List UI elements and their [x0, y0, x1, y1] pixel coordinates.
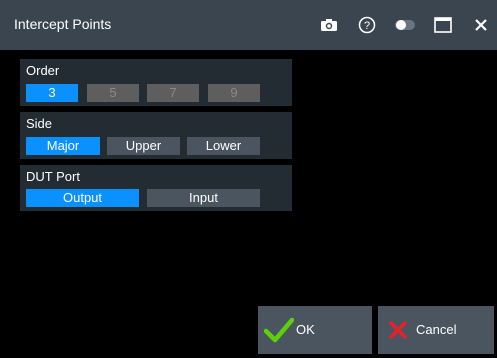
- svg-text:?: ?: [364, 20, 370, 32]
- order-option-9: 9: [208, 84, 260, 102]
- side-section: Side Major Upper Lower: [20, 112, 292, 159]
- camera-icon[interactable]: [318, 14, 340, 36]
- close-icon[interactable]: [470, 14, 492, 36]
- ok-label: OK: [296, 322, 315, 337]
- order-option-7: 7: [147, 84, 199, 102]
- order-section: Order 3 5 7 9: [20, 59, 292, 106]
- title-bar: Intercept Points ?: [0, 0, 497, 50]
- cancel-button[interactable]: Cancel: [378, 306, 494, 354]
- side-option-lower[interactable]: Lower: [187, 137, 260, 155]
- side-option-major[interactable]: Major: [26, 137, 100, 155]
- maximize-icon[interactable]: [432, 14, 454, 36]
- checkmark-icon: [263, 317, 295, 348]
- intercept-points-dialog: Intercept Points ? Order 3 5 7 9 Side Ma…: [0, 0, 497, 358]
- ok-button[interactable]: OK: [258, 306, 372, 354]
- side-label: Side: [26, 116, 53, 131]
- order-option-5: 5: [87, 84, 139, 102]
- dut-port-section: DUT Port Output Input: [20, 165, 292, 211]
- order-option-3[interactable]: 3: [26, 84, 78, 102]
- cancel-x-icon: [388, 320, 408, 345]
- dut-port-option-input[interactable]: Input: [147, 189, 260, 207]
- dut-port-label: DUT Port: [26, 169, 80, 184]
- dialog-title: Intercept Points: [14, 16, 112, 32]
- order-label: Order: [26, 63, 60, 78]
- help-icon[interactable]: ?: [356, 14, 378, 36]
- toggle-icon[interactable]: [394, 14, 416, 36]
- dut-port-option-output[interactable]: Output: [26, 189, 139, 207]
- cancel-label: Cancel: [416, 322, 457, 337]
- side-option-upper[interactable]: Upper: [107, 137, 180, 155]
